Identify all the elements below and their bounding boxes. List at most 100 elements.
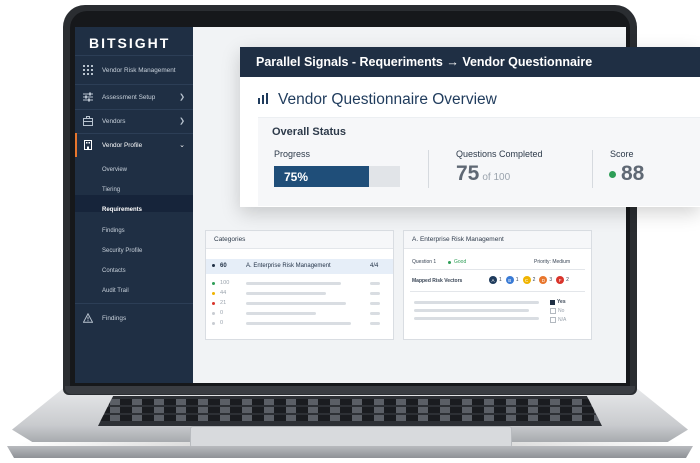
sidebar-item-label: Findings	[102, 314, 127, 322]
score-label: Score	[610, 149, 634, 159]
placeholder-bar	[370, 312, 380, 315]
sidebar-subitem-tiering[interactable]: Tiering	[102, 187, 120, 193]
category-count: 60	[220, 263, 227, 269]
card-header: Parallel Signals - Requeriments → Vendor…	[240, 47, 700, 77]
placeholder-bar	[246, 312, 316, 315]
chevron-down-icon: ⌄	[179, 142, 185, 149]
sidebar-item-label: Assessment Setup	[102, 93, 156, 101]
question-panel: A. Enterprise Risk Management Question 1…	[403, 230, 592, 340]
grade-count: 2	[532, 277, 536, 283]
sidebar-subitem-contacts[interactable]: Contacts	[102, 268, 126, 274]
laptop-trackpad	[190, 426, 512, 448]
option-label: Yes	[557, 299, 566, 305]
category-row[interactable]: 0	[212, 320, 223, 326]
category-row[interactable]: 21	[212, 300, 226, 306]
laptop-keyboard	[98, 396, 602, 426]
placeholder-bar	[246, 322, 351, 325]
chevron-right-icon: ❯	[179, 94, 185, 101]
status-dot	[212, 321, 215, 325]
sidebar-subitem-requirements[interactable]: Requirements	[102, 207, 142, 213]
sidebar-item-label: Vendor Risk Management	[102, 66, 176, 74]
sliders-icon	[83, 92, 93, 102]
risk-vector: F2	[556, 276, 569, 284]
category-count: 44	[220, 290, 227, 296]
option-no[interactable]: No	[550, 308, 564, 314]
questions-completed-label: Questions Completed	[456, 149, 543, 159]
sidebar-item-findings[interactable]: Findings	[75, 306, 193, 330]
placeholder-bar	[414, 309, 529, 312]
category-row[interactable]: 100	[212, 280, 229, 286]
overall-status-section: Overall Status Progress 75% Questions Co…	[258, 117, 700, 206]
breadcrumb: Parallel Signals - Requeriments → Vendor…	[256, 55, 593, 69]
status-dot	[212, 311, 215, 315]
grade-badge: D	[539, 276, 548, 284]
sidebar-subitem-findings[interactable]: Findings	[102, 228, 125, 234]
grade-badge: B	[505, 276, 514, 284]
placeholder-bar	[370, 282, 380, 285]
checkbox-checked[interactable]	[550, 299, 555, 305]
category-count: 100	[220, 280, 230, 286]
divider	[428, 150, 429, 188]
good-status-dot	[448, 261, 451, 264]
placeholder-bar	[246, 282, 341, 285]
status-dot	[212, 281, 215, 285]
status-dot	[212, 301, 215, 305]
option-yes[interactable]: Yes	[550, 299, 566, 305]
sidebar-item-label: Vendors	[102, 117, 126, 125]
placeholder-bar	[414, 317, 539, 320]
divider	[592, 150, 593, 188]
chevron-right-icon: ❯	[179, 118, 185, 125]
grade-count: 1	[499, 277, 502, 283]
divider	[410, 291, 585, 292]
placeholder-bar	[414, 301, 539, 304]
option-na[interactable]: N/A	[550, 317, 566, 323]
questions-completed: 75 of 100	[456, 162, 510, 186]
status-dot	[212, 264, 215, 267]
option-label: N/A	[558, 317, 567, 323]
grade-badge: C	[522, 276, 531, 284]
category-label: A. Enterprise Risk Management	[246, 263, 331, 269]
question-label: Question 1	[412, 259, 437, 265]
placeholder-bar	[246, 302, 346, 305]
score: 88	[609, 162, 644, 186]
mapped-risk-vectors-label: Mapped Risk Vectors	[412, 278, 463, 284]
category-row[interactable]: 44	[212, 290, 226, 296]
sidebar-item-vendor-profile[interactable]: Vendor Profile ⌄	[75, 133, 193, 157]
warning-icon	[83, 313, 93, 323]
sidebar-subitem-overview[interactable]: Overview	[102, 167, 127, 173]
sidebar-subitem-security-profile[interactable]: Security Profile	[102, 248, 142, 254]
sidebar-item-vendors[interactable]: Vendors ❯	[75, 109, 193, 133]
checkbox[interactable]	[550, 308, 556, 314]
category-row-selected[interactable]: 60 A. Enterprise Risk Management 4/4	[206, 259, 393, 274]
placeholder-bar	[246, 292, 326, 295]
grid-icon	[83, 65, 93, 75]
score-status-dot	[609, 170, 616, 178]
questions-completed-value: 75	[456, 162, 480, 185]
briefcase-icon	[83, 116, 93, 126]
sidebar-subitem-audit-trail[interactable]: Audit Trail	[102, 288, 129, 294]
questions-total: of 100	[482, 172, 511, 183]
score-value: 88	[621, 162, 645, 185]
category-fraction: 4/4	[370, 263, 379, 269]
risk-vector: C2	[522, 276, 536, 284]
category-row[interactable]: 0	[212, 310, 223, 316]
category-count: 21	[220, 300, 227, 306]
laptop-hinge	[65, 386, 635, 394]
grade-badge: F	[556, 276, 565, 284]
laptop-front-edge	[7, 446, 693, 458]
checkbox[interactable]	[550, 317, 556, 323]
grade-badge: A	[489, 276, 497, 284]
grade-count: 1	[515, 277, 519, 283]
risk-vector: B1	[505, 276, 519, 284]
status-dot	[212, 291, 215, 295]
risk-vector-list: A1 B1 C2 D3 F2	[489, 276, 569, 284]
progress-label: Progress	[274, 149, 311, 159]
progress-value: 75%	[284, 170, 309, 184]
option-label: No	[558, 308, 565, 314]
sidebar-item-vendor-risk-management[interactable]: Vendor Risk Management	[75, 58, 193, 82]
divider	[410, 269, 585, 270]
sidebar-item-assessment-setup[interactable]: Assessment Setup ❯	[75, 85, 193, 109]
progress-bar: 75%	[274, 166, 400, 187]
placeholder-bar	[370, 302, 380, 305]
sidebar-divider	[75, 55, 193, 56]
